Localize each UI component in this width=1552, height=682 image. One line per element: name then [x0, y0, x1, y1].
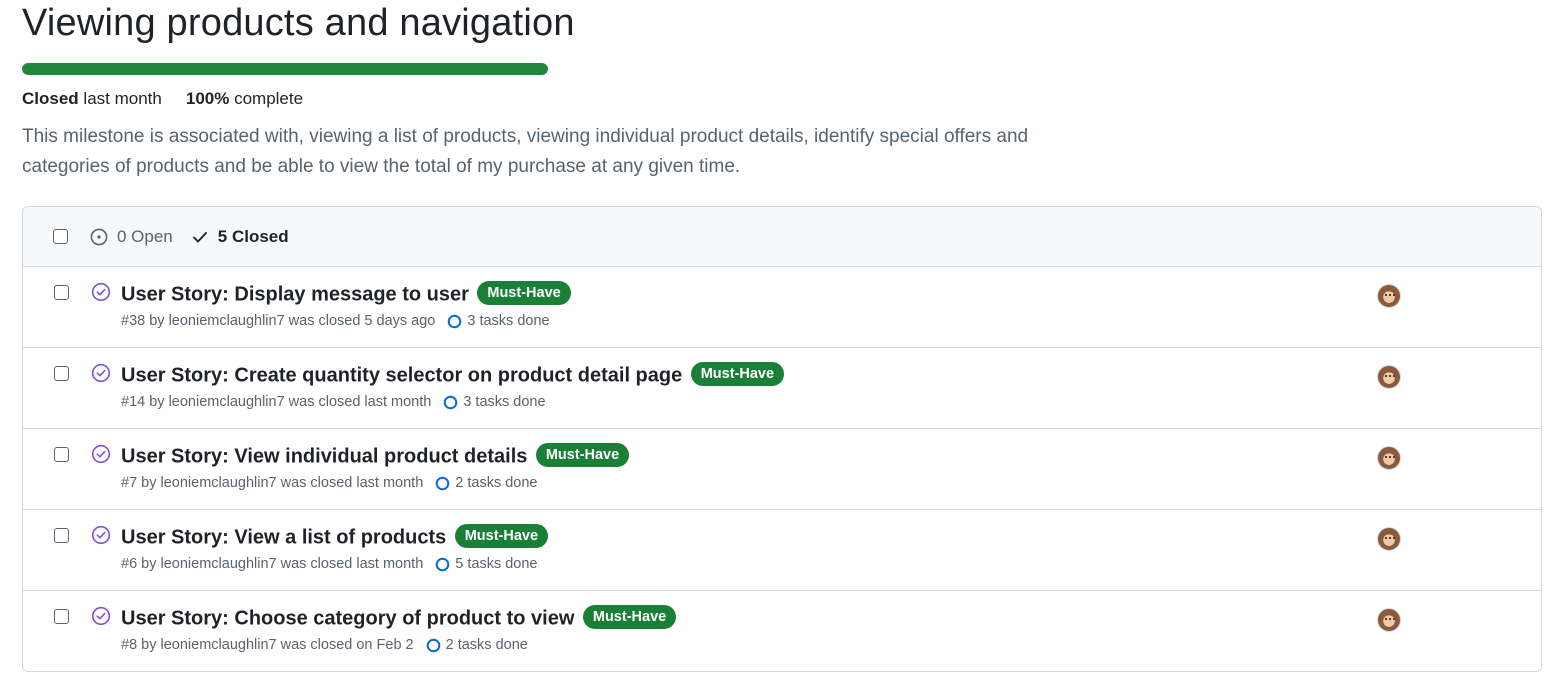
issue-row[interactable]: User Story: View individual product deta… [23, 429, 1541, 510]
issue-title-link[interactable]: User Story: Choose category of product t… [121, 607, 574, 629]
task-progress-icon [448, 314, 462, 329]
issue-main: User Story: Create quantity selector on … [121, 362, 785, 410]
issue-rows: User Story: Display message to user Must… [23, 267, 1541, 671]
milestone-status: Closed last month 100% complete [22, 89, 303, 109]
issue-main: User Story: View individual product deta… [121, 443, 630, 491]
issue-row[interactable]: User Story: View a list of products Must… [23, 510, 1541, 591]
issues-list: 0 Open 5 Closed User Story: Display mess… [22, 206, 1542, 672]
percent-complete: 100% complete [185, 89, 304, 108]
open-filter[interactable]: 0 Open [90, 227, 173, 247]
must-have-label[interactable]: Must-Have [690, 362, 785, 386]
open-count: 0 Open [117, 226, 173, 246]
issue-meta: #8 by leoniemclaughlin7 was closed on Fe… [121, 637, 676, 653]
task-progress-icon [435, 557, 450, 572]
must-have-label[interactable]: Must-Have [582, 605, 677, 629]
assignee-avatar[interactable] [1377, 608, 1401, 632]
must-have-label[interactable]: Must-Have [454, 524, 549, 548]
issue-meta-text: #6 by leoniemclaughlin7 was closed last … [121, 556, 424, 573]
issue-meta-text: #7 by leoniemclaughlin7 was closed last … [121, 475, 424, 492]
issue-checkbox[interactable] [54, 447, 69, 462]
issue-title-link[interactable]: User Story: Create quantity selector on … [121, 364, 682, 386]
select-all-checkbox[interactable] [53, 229, 68, 244]
milestone-description: This milestone is associated with, viewi… [22, 126, 1029, 177]
issue-closed-icon [91, 606, 111, 626]
task-progress: 2 tasks done [435, 475, 538, 492]
progress-fill [22, 63, 548, 75]
issue-meta: #38 by leoniemclaughlin7 was closed 5 da… [121, 313, 571, 329]
issue-checkbox[interactable] [54, 609, 69, 624]
issue-meta-text: #38 by leoniemclaughlin7 was closed 5 da… [121, 313, 436, 330]
task-progress-icon [426, 638, 440, 653]
assignee-avatar[interactable] [1377, 365, 1401, 389]
issues-list-header: 0 Open 5 Closed [23, 207, 1541, 267]
must-have-label[interactable]: Must-Have [535, 443, 630, 467]
issue-meta: #14 by leoniemclaughlin7 was closed last… [121, 394, 784, 410]
issue-meta-text: #14 by leoniemclaughlin7 was closed last… [121, 394, 432, 411]
tasks-done-text: 3 tasks done [467, 313, 550, 330]
issue-checkbox[interactable] [54, 528, 69, 543]
task-progress: 2 tasks done [426, 637, 528, 653]
milestone-title: Viewing products and navigation [22, 2, 575, 44]
issue-closed-icon [91, 282, 111, 302]
closed-filter[interactable]: 5 Closed [191, 227, 289, 247]
issue-closed-icon [91, 444, 111, 464]
issue-closed-icon [91, 525, 111, 545]
closed-count: 5 Closed [217, 226, 289, 246]
tasks-done-text: 5 tasks done [455, 556, 538, 573]
issue-meta: #7 by leoniemclaughlin7 was closed last … [121, 475, 629, 491]
closed-status: Closed last month [22, 89, 162, 108]
assignee-avatar[interactable] [1377, 284, 1401, 308]
tasks-done-text: 3 tasks done [463, 394, 546, 411]
issue-row[interactable]: User Story: Choose category of product t… [23, 591, 1541, 671]
task-progress-icon [435, 476, 450, 491]
task-progress: 3 tasks done [447, 313, 550, 330]
issue-meta: #6 by leoniemclaughlin7 was closed last … [121, 556, 548, 572]
assignee-avatar[interactable] [1377, 446, 1401, 470]
issue-title-link[interactable]: User Story: View a list of products [121, 526, 446, 548]
must-have-label[interactable]: Must-Have [477, 281, 571, 305]
check-icon [192, 231, 207, 242]
issue-title-link[interactable]: User Story: Display message to user [121, 283, 469, 305]
issue-open-icon [90, 228, 108, 245]
issue-checkbox[interactable] [54, 366, 69, 381]
issue-checkbox[interactable] [54, 285, 69, 300]
task-progress: 5 tasks done [435, 556, 538, 573]
issue-row[interactable]: User Story: Display message to user Must… [23, 267, 1541, 348]
issue-meta-text: #8 by leoniemclaughlin7 was closed on Fe… [121, 637, 414, 654]
issue-main: User Story: Display message to user Must… [121, 281, 571, 329]
issue-title-link[interactable]: User Story: View individual product deta… [121, 445, 527, 467]
tasks-done-text: 2 tasks done [445, 637, 528, 654]
milestone-progress-bar [22, 63, 548, 75]
issue-main: User Story: View a list of products Must… [121, 524, 549, 572]
task-progress: 3 tasks done [443, 394, 546, 411]
issue-closed-icon [91, 363, 111, 383]
issue-main: User Story: Choose category of product t… [121, 605, 677, 653]
assignee-avatar[interactable] [1377, 527, 1401, 551]
issue-row[interactable]: User Story: Create quantity selector on … [23, 348, 1541, 429]
tasks-done-text: 2 tasks done [455, 475, 538, 492]
task-progress-icon [444, 395, 458, 410]
